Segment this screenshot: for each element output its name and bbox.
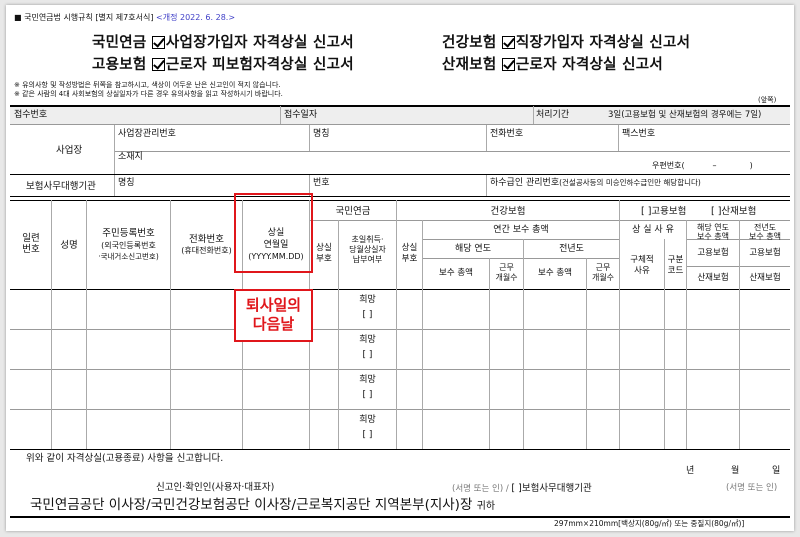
loss-date-highlight-box xyxy=(234,193,313,273)
receipt-number-label: 접수번호 xyxy=(14,110,48,120)
col-this-year-months: 근무 개월수 xyxy=(495,263,518,282)
col-rrn-sub2: ·국내거소신고번호) xyxy=(98,252,159,261)
col-pension: 국민연금 xyxy=(335,206,371,217)
col-annual-pay: 연간 보수 총액 xyxy=(493,225,549,235)
col-rrn-sub1: (외국인등록번호 xyxy=(101,241,156,250)
col-current-pay: 해당 연도 보수 총액 xyxy=(697,223,729,241)
front-side-label: (앞쪽) xyxy=(758,96,777,104)
hope-checkbox[interactable]: [ ] xyxy=(339,391,396,400)
paper-spec: 297mm×210mm[백상지(80g/㎡) 또는 중질지(80g/㎡)] xyxy=(554,519,745,528)
reporter-label: 신고인·확인인(사용자·대표자) xyxy=(156,482,275,493)
col-pension-code: 상실 부호 xyxy=(316,243,332,264)
form-sheet: ■ 국민연금법 시행규칙 [별지 제7호서식] <개정 2022. 6. 28.… xyxy=(6,5,794,531)
title-pension: 국민연금 사업장가입자 자격상실 신고서 xyxy=(92,35,354,51)
col-previous-pay: 전년도 보수 총액 xyxy=(749,223,781,241)
checkbox-checked-icon[interactable] xyxy=(501,36,515,49)
agency-label: 보험사무대행기관 xyxy=(26,181,96,192)
col-phone-sub: (휴대전화번호) xyxy=(181,246,232,255)
postal-code-field[interactable]: 우편번호( – ) xyxy=(652,162,753,170)
col-specific-reason: 구체적 사유 xyxy=(630,255,654,276)
month-label: 월 xyxy=(731,466,740,476)
processing-period-label: 처리기간 xyxy=(536,110,570,120)
annotation-text: 퇴사일의 다음날 xyxy=(245,296,302,333)
hope-label: 희망 xyxy=(359,335,376,345)
col-acc-ins-2: 산재보험 xyxy=(749,273,781,283)
workplace-fax-label: 팩스번호 xyxy=(622,129,656,139)
declaration-text: 위와 같이 자격상실(고용종료) 사항을 신고합니다. xyxy=(26,453,224,464)
note-2: ※ 같은 사람의 4대 사회보험의 상실일자가 다른 경우 유의사항을 읽고 작… xyxy=(14,90,283,98)
accident-checkbox[interactable]: [ ]산재보험 xyxy=(711,207,756,217)
col-phone: 전화번호 xyxy=(189,234,224,245)
checkbox-checked-icon[interactable] xyxy=(501,58,515,71)
hope-label: 희망 xyxy=(359,375,376,385)
hope-label: 희망 xyxy=(359,295,376,305)
sewer-number-label: 하수급인 관리번호(건설공사등의 미승인하수급인만 해당합니다) xyxy=(490,178,701,188)
recipient-line: 국민연금공단 이사장/국민건강보험공단 이사장/근로복지공단 지역본부(지사)장… xyxy=(30,497,496,513)
signature-field-2[interactable]: (서명 또는 인) xyxy=(726,484,777,493)
col-pension-refund: 초일취득· 당월상실자 납부여부 xyxy=(349,235,386,264)
law-reference: ■ 국민연금법 시행규칙 [별지 제7호서식] <개정 2022. 6. 28.… xyxy=(14,13,236,22)
col-rrn: 주민등록번호 xyxy=(102,228,155,239)
col-prev-year-months: 근무 개월수 xyxy=(591,263,615,282)
checkbox-checked-icon[interactable] xyxy=(151,36,165,49)
col-prev-year: 전년도 xyxy=(559,244,584,254)
revision-date: <개정 2022. 6. 28.> xyxy=(156,13,236,22)
hope-checkbox[interactable]: [ ] xyxy=(339,431,396,440)
col-prev-year-pay: 보수 총액 xyxy=(538,268,572,278)
annotation-box: 퇴사일의 다음날 xyxy=(234,289,313,342)
hope-label: 희망 xyxy=(359,415,376,425)
col-acc-ins-1: 산재보험 xyxy=(697,273,729,283)
workplace-mgmt-no-label: 사업장관리번호 xyxy=(118,129,176,139)
col-loss-reason: 상 실 사 유 xyxy=(632,225,674,235)
workplace-phone-label: 전화번호 xyxy=(490,129,524,139)
checkbox-checked-icon[interactable] xyxy=(151,58,165,71)
hope-checkbox[interactable]: [ ] xyxy=(339,311,396,320)
day-label: 일 xyxy=(772,466,781,476)
col-serial: 일련 번호 xyxy=(22,233,40,255)
col-health: 건강보험 xyxy=(490,206,526,217)
workplace-address-label: 소재지 xyxy=(118,152,143,162)
col-name: 성명 xyxy=(60,240,78,251)
receipt-date-label: 접수일자 xyxy=(284,110,318,120)
title-employment: 고용보험 근로자 피보험자격상실 신고서 xyxy=(92,57,354,73)
agency-number-label: 번호 xyxy=(313,178,330,188)
signature-field-1[interactable]: (서명 또는 인) / [ ]보험사무대행기관 xyxy=(452,484,592,494)
col-health-code: 상실 부호 xyxy=(401,243,418,264)
title-health: 건강보험 직장가입자 자격상실 신고서 xyxy=(442,35,691,51)
title-accident: 산재보험 근로자 자격상실 신고서 xyxy=(442,57,664,73)
workplace-label: 사업장 xyxy=(56,145,83,156)
col-emp-ins-1: 고용보험 xyxy=(697,248,729,258)
employment-checkbox[interactable]: [ ]고용보험 xyxy=(641,207,686,217)
workplace-name-label: 명칭 xyxy=(313,129,330,139)
col-emp-ins-2: 고용보험 xyxy=(749,248,781,258)
col-this-year: 해당 연도 xyxy=(455,244,491,254)
processing-period-value: 3일(고용보험 및 산재보험의 경우에는 7일) xyxy=(608,110,762,120)
note-1: ※ 유의사항 및 작성방법은 뒤쪽을 참고하시고, 색상이 어두운 난은 신고인… xyxy=(14,81,281,89)
agency-name-label: 명칭 xyxy=(118,178,135,188)
col-this-year-pay: 보수 총액 xyxy=(439,268,473,278)
col-class-code: 구분 코드 xyxy=(667,255,684,276)
hope-checkbox[interactable]: [ ] xyxy=(339,351,396,360)
year-label: 년 xyxy=(686,466,695,476)
